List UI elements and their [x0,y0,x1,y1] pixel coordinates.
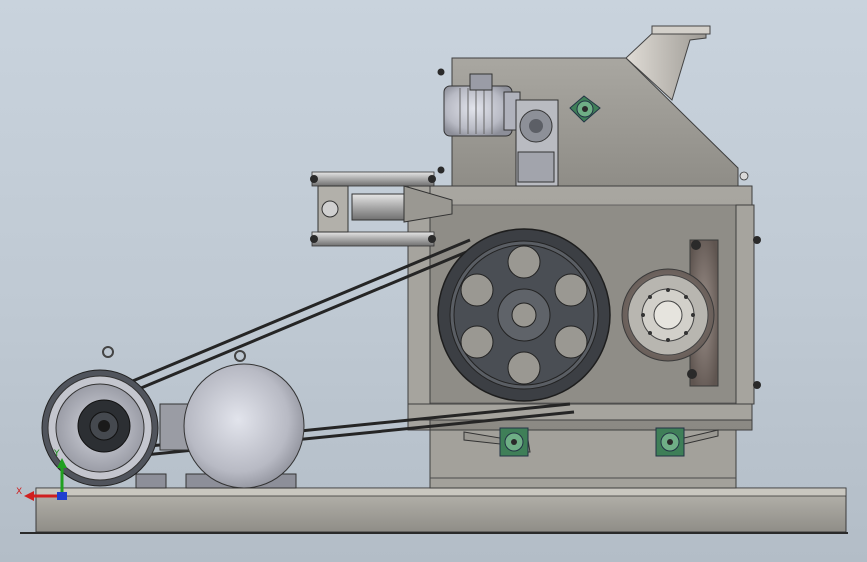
electric-motor [41,346,305,489]
base-frame [20,487,848,534]
x-axis-label: X [16,487,22,497]
rotor-disk [621,268,715,362]
y-axis-label: Y [53,449,60,459]
cad-viewport[interactable]: X Y [0,0,867,562]
flywheel-pulley [437,228,611,402]
tension-cylinder [310,171,453,247]
